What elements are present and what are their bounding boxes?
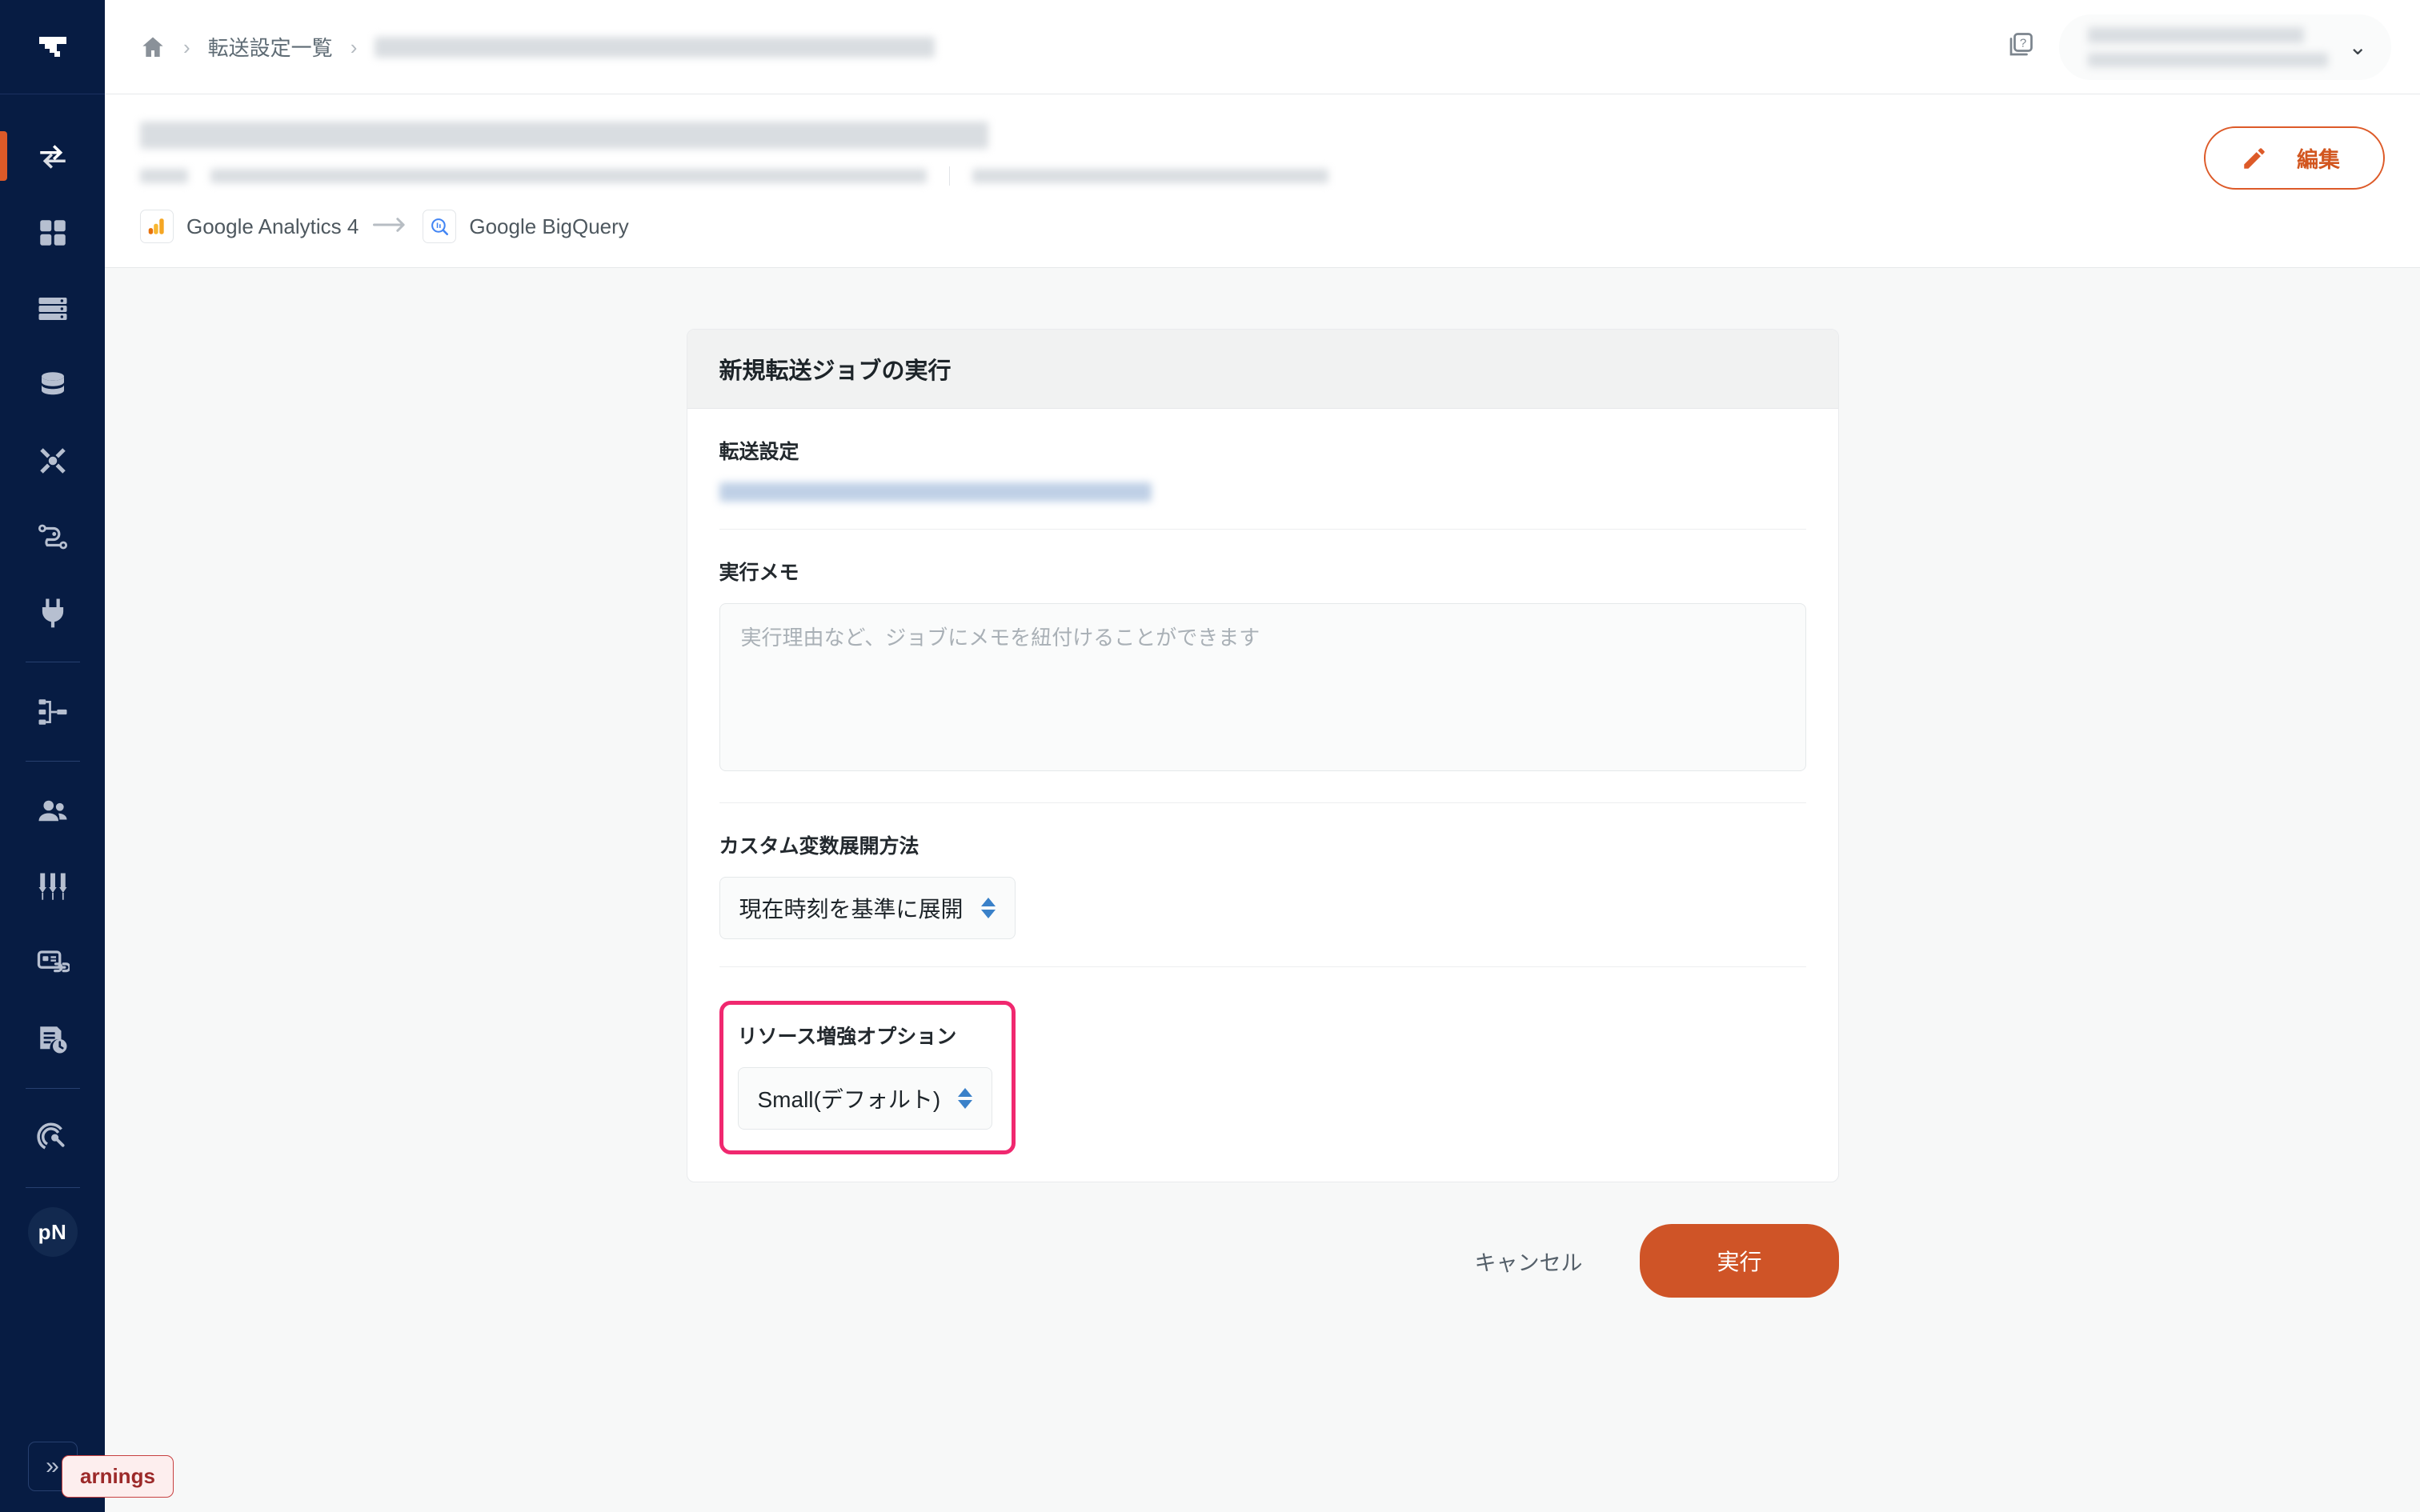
warnings-badge[interactable]: arnings <box>62 1455 174 1498</box>
sidebar-item-transfer[interactable] <box>0 118 105 194</box>
card-title: 新規転送ジョブの実行 <box>687 330 1838 409</box>
sidebar-item-pipeline[interactable] <box>0 498 105 574</box>
google-bigquery-icon <box>423 210 457 243</box>
page-header-left: Google Analytics 4 Google BigQuery <box>140 122 2204 243</box>
edit-button-label: 編集 <box>2297 148 2340 172</box>
field-memo: 実行メモ <box>719 530 1806 803</box>
sidebar-item-users[interactable] <box>0 773 105 849</box>
sidebar-item-lineage[interactable] <box>0 674 105 750</box>
sidebar-item-datamart[interactable] <box>0 270 105 346</box>
new-transfer-job-card: 新規転送ジョブの実行 転送設定 実行メモ カスタム変数展開方法 現在時刻を基準に… <box>686 329 1839 1182</box>
plug-icon <box>42 598 63 627</box>
card-actions: キャンセル 実行 <box>687 1182 1839 1298</box>
sitemap-icon <box>38 698 66 725</box>
spinner-arrows-icon <box>980 898 996 918</box>
sidebar-divider <box>25 1187 80 1188</box>
app-logo[interactable] <box>0 0 105 94</box>
sidebar-item-settings[interactable] <box>0 849 105 925</box>
destination-connector-label: Google BigQuery <box>469 214 629 238</box>
field-label-resource-option: リソース増強オプション <box>737 1026 957 1048</box>
server-list-icon <box>38 297 66 320</box>
sidebar-item-datasets[interactable] <box>0 346 105 422</box>
field-transfer-setting: 転送設定 <box>719 409 1806 530</box>
memo-input[interactable] <box>719 603 1806 771</box>
sidebar-item-card-link[interactable] <box>0 925 105 1001</box>
pencil-icon <box>2244 147 2265 169</box>
custom-variable-select[interactable]: 現在時刻を基準に展開 <box>719 877 1016 939</box>
user-name-redacted <box>2087 26 2328 67</box>
grid-apps-icon <box>39 219 66 246</box>
breadcrumb: › 転送設定一覧 › <box>140 32 936 62</box>
google-analytics-icon <box>140 210 174 243</box>
field-label-memo: 実行メモ <box>719 562 799 584</box>
resource-option-highlight: リソース増強オプション Small(デフォルト) <box>719 1001 1016 1154</box>
field-label-transfer-setting: 転送設定 <box>719 441 799 463</box>
resource-option-select-value: Small(デフォルト) <box>757 1087 941 1112</box>
resource-option-select[interactable]: Small(デフォルト) <box>737 1067 993 1130</box>
trocco-logo-icon <box>38 36 66 57</box>
sidebar-item-connections[interactable] <box>0 574 105 650</box>
source-connector[interactable]: Google Analytics 4 <box>140 210 359 243</box>
main-area: › 転送設定一覧 › ? ⌄ Google Analytics 4 Google… <box>62 0 2420 1512</box>
content-area: 新規転送ジョブの実行 転送設定 実行メモ カスタム変数展開方法 現在時刻を基準に… <box>105 268 2420 1512</box>
breadcrumb-link-transfer-list[interactable]: 転送設定一覧 <box>208 32 333 62</box>
sidebar-divider <box>25 1088 80 1089</box>
breadcrumb-separator: › <box>183 34 190 59</box>
sidebar-nav: pN <box>0 94 105 1442</box>
sidebar-item-search-radar[interactable] <box>0 1100 105 1176</box>
avatar[interactable]: pN <box>27 1207 78 1257</box>
transfer-setting-value-redacted[interactable] <box>719 482 1152 502</box>
sidebar-item-audit-log[interactable] <box>0 1001 105 1077</box>
topbar-right: ? ⌄ <box>2006 14 2391 80</box>
page-title-redacted <box>140 122 988 149</box>
sidebar-divider <box>25 761 80 762</box>
edit-button[interactable]: 編集 <box>2204 126 2385 190</box>
spinner-arrows-icon <box>958 1088 973 1109</box>
home-icon[interactable] <box>140 34 166 60</box>
help-question-icon[interactable]: ? <box>2006 30 2035 63</box>
cancel-button[interactable]: キャンセル <box>1452 1231 1605 1291</box>
breadcrumb-separator: › <box>350 34 358 59</box>
arrow-right-icon <box>373 214 408 239</box>
page-header: Google Analytics 4 Google BigQuery 編集 <box>105 94 2420 268</box>
document-clock-icon <box>39 1026 66 1053</box>
sidebar-item-apps[interactable] <box>0 194 105 270</box>
app-root: pN » › 転送設定一覧 › ? ⌄ Google Analytics 4 G… <box>0 0 2420 1512</box>
field-label-custom-variable: カスタム変数展開方法 <box>719 835 920 858</box>
destination-connector[interactable]: Google BigQuery <box>423 210 629 243</box>
page-subtitle-redacted <box>140 166 2204 186</box>
svg-text:?: ? <box>2019 36 2025 50</box>
source-connector-label: Google Analytics 4 <box>186 214 359 238</box>
sliders-icon <box>38 873 66 900</box>
transfer-arrows-icon <box>39 144 66 169</box>
breadcrumb-current-redacted <box>375 36 936 58</box>
field-resource-option: リソース増強オプション Small(デフォルト) <box>719 967 1806 1182</box>
radar-target-icon <box>36 1122 65 1149</box>
topbar: › 転送設定一覧 › ? ⌄ <box>105 0 2420 94</box>
sidebar: pN » <box>0 0 105 1512</box>
connector-path: Google Analytics 4 Google BigQuery <box>140 210 2204 243</box>
card-body: 転送設定 実行メモ カスタム変数展開方法 現在時刻を基準に展開 <box>687 409 1838 1182</box>
workflow-x-icon <box>39 447 66 474</box>
database-stack-icon <box>41 371 64 394</box>
pipeline-nodes-icon <box>38 524 67 549</box>
chevron-down-icon: ⌄ <box>2348 34 2367 59</box>
field-custom-variable: カスタム変数展開方法 現在時刻を基準に展開 <box>719 803 1806 967</box>
card-link-icon <box>37 950 70 972</box>
sidebar-item-workflow[interactable] <box>0 422 105 498</box>
user-menu[interactable]: ⌄ <box>2058 14 2391 80</box>
run-button[interactable]: 実行 <box>1640 1224 1839 1298</box>
users-icon <box>38 800 66 821</box>
custom-variable-select-value: 現在時刻を基準に展開 <box>739 897 964 922</box>
